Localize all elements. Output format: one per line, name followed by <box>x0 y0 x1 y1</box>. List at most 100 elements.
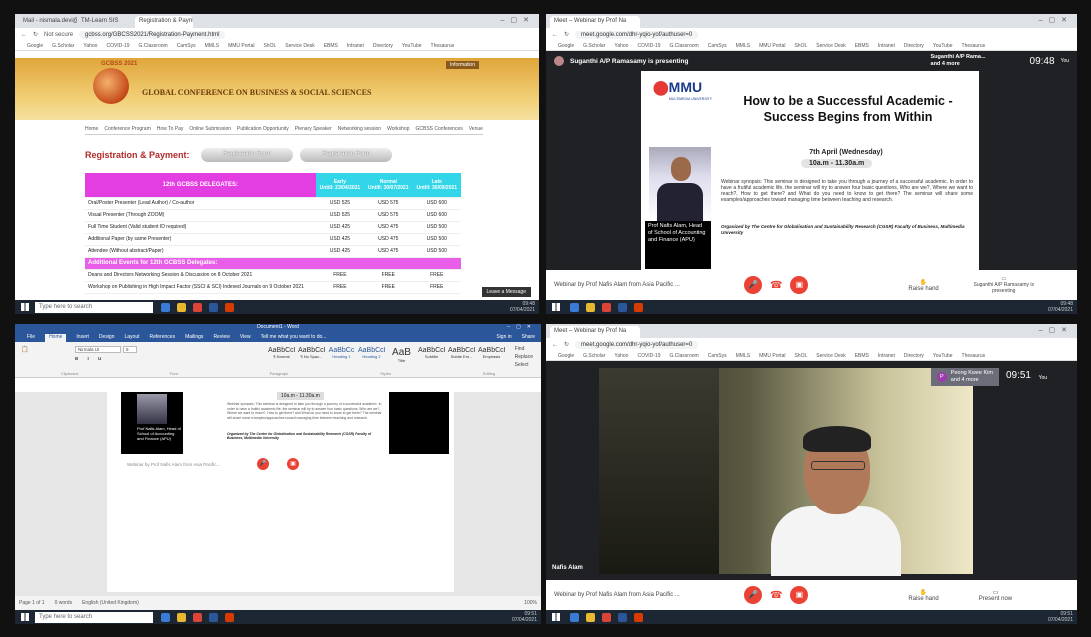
bookmark[interactable]: MMU Portal <box>759 353 785 359</box>
word-icon[interactable] <box>209 612 218 622</box>
bookmark[interactable]: G.Classroom <box>139 43 168 49</box>
word-icon[interactable] <box>209 302 218 312</box>
tab-meet[interactable]: Meet – Webinar by Prof Na <box>550 16 640 28</box>
bookmark[interactable]: CamSys <box>708 353 727 359</box>
style-subtle-emphasis[interactable]: AaBbCcI Subtle Em... <box>448 347 476 363</box>
presenting-button[interactable]: ▭ Suganthi A/P Ramasamy is presenting <box>969 276 1039 294</box>
tab-mailings[interactable]: Mailings <box>185 334 203 342</box>
bookmark[interactable]: Google <box>27 43 43 49</box>
folder-icon[interactable] <box>177 612 186 622</box>
tab-layout[interactable]: Layout <box>125 334 140 342</box>
reload-icon[interactable]: ↻ <box>33 31 38 38</box>
bookmark[interactable]: CamSys <box>708 43 727 49</box>
camera-off-icon[interactable]: ▣ <box>790 276 809 294</box>
bookmark[interactable]: Thesaurus <box>431 43 455 49</box>
folder-icon[interactable] <box>177 302 186 312</box>
leave-message-button[interactable]: Leave a Message <box>481 287 531 297</box>
tab-insert[interactable]: Insert <box>76 334 89 342</box>
bookmark[interactable]: MMU Portal <box>759 43 785 49</box>
style-emphasis[interactable]: AaBbCcI Emphasis <box>478 347 506 363</box>
bookmark[interactable]: COVID-19 <box>637 43 660 49</box>
reload-icon[interactable]: ↻ <box>564 31 569 38</box>
bookmark[interactable]: Service Desk <box>285 43 314 49</box>
select-button[interactable]: Select <box>515 361 533 369</box>
bookmark[interactable]: Google <box>558 43 574 49</box>
find-button[interactable]: Find <box>515 345 533 353</box>
bookmark[interactable]: G.Classroom <box>670 353 699 359</box>
style-normal[interactable]: AaBbCcI ¶ Normal <box>268 347 296 363</box>
tell-me-box[interactable]: Tell me what you want to do... <box>261 334 327 342</box>
bookmark[interactable]: Intranet <box>878 43 895 49</box>
bookmark[interactable]: G.Scholar <box>52 43 74 49</box>
pdf-icon[interactable] <box>225 302 234 312</box>
sign-in-link[interactable]: Sign in <box>496 334 511 342</box>
nav-item[interactable]: GCBSS Conferences <box>416 126 463 132</box>
tab-registration[interactable]: Registration & Payment <box>135 16 193 28</box>
nav-item[interactable]: Plenary Speaker <box>295 126 332 132</box>
tab-design[interactable]: Design <box>99 334 115 342</box>
document-page[interactable]: Prof Nafis Alam, Head of School of Accou… <box>107 392 454 592</box>
edge-icon[interactable] <box>570 612 579 622</box>
tab-sis[interactable]: TM-Learn SIS <box>77 16 135 28</box>
meeting-title[interactable]: Webinar by Prof Nafis Alam from Asia Pac… <box>554 592 680 598</box>
bookmark[interactable]: Intranet <box>878 353 895 359</box>
tab-home[interactable]: Home <box>45 334 67 342</box>
chrome-icon[interactable] <box>602 612 611 622</box>
chrome-icon[interactable] <box>193 612 202 622</box>
bookmark[interactable]: EBMS <box>324 43 338 49</box>
bookmark[interactable]: YouTube <box>933 353 953 359</box>
url-field[interactable]: meet.google.com/dhr-yqio-yof/authuser=0 <box>575 340 699 349</box>
window-controls[interactable]: –▢✕ <box>1039 16 1073 24</box>
font-size-select[interactable]: 9 <box>123 346 137 353</box>
chrome-icon[interactable] <box>602 302 611 312</box>
nav-item[interactable]: Networking session <box>338 126 381 132</box>
taskbar-search[interactable]: Type here to search <box>35 611 153 623</box>
information-menu[interactable]: Information <box>445 61 479 69</box>
tab-view[interactable]: View <box>240 334 251 342</box>
bookmark[interactable]: COVID-19 <box>637 353 660 359</box>
bookmark[interactable]: Directory <box>904 353 924 359</box>
bookmark[interactable]: ShOL <box>794 43 807 49</box>
bookmark[interactable]: Directory <box>904 43 924 49</box>
chrome-icon[interactable] <box>193 302 202 312</box>
bookmark[interactable]: EBMS <box>855 353 869 359</box>
windows-start-icon[interactable] <box>21 613 29 621</box>
bookmark[interactable]: COVID-19 <box>106 43 129 49</box>
camera-off-icon[interactable]: ▣ <box>790 586 809 604</box>
tab-meet[interactable]: Meet – Webinar by Prof Na <box>550 326 640 338</box>
windows-start-icon[interactable] <box>21 303 29 311</box>
bookmark[interactable]: G.Scholar <box>583 353 605 359</box>
style-subtitle[interactable]: AaBbCcI Subtitle <box>418 347 446 363</box>
bookmark[interactable]: Yahoo <box>614 353 628 359</box>
style-heading2[interactable]: AaBbCcI Heading 2 <box>358 347 386 363</box>
pdf-icon[interactable] <box>634 612 643 622</box>
registration-form-button-pdf[interactable]: Registration Form <box>300 148 392 162</box>
nav-item[interactable]: How To Pay <box>157 126 184 132</box>
nav-item[interactable]: Conference Program <box>104 126 150 132</box>
raise-hand-button[interactable]: ✋ Raise hand <box>908 589 938 602</box>
paste-button[interactable]: 📋 <box>21 346 28 353</box>
bookmark[interactable]: Intranet <box>347 43 364 49</box>
window-controls[interactable]: –▢✕ <box>1039 326 1073 334</box>
bookmark[interactable]: Yahoo <box>83 43 97 49</box>
bookmark[interactable]: G.Classroom <box>670 43 699 49</box>
participant-tile[interactable]: P Peong Kwee Kim and 4 more <box>930 368 999 386</box>
hangup-icon[interactable]: ☎ <box>770 590 782 601</box>
window-controls[interactable]: –▢✕ <box>507 324 537 330</box>
bookmark[interactable]: Service Desk <box>816 353 845 359</box>
mic-off-icon[interactable]: 🎤 <box>743 276 762 294</box>
bookmark[interactable]: MMLS <box>736 43 750 49</box>
bookmark[interactable]: ShOL <box>263 43 276 49</box>
nav-item[interactable]: Home <box>85 126 98 132</box>
style-no-spacing[interactable]: AaBbCcI ¶ No Spac... <box>298 347 326 363</box>
nav-item[interactable]: Venue <box>469 126 483 132</box>
mic-off-icon[interactable]: 🎤 <box>743 586 762 604</box>
zoom-level[interactable]: 100% <box>524 600 537 606</box>
tab-file[interactable]: File <box>27 334 35 342</box>
bookmark[interactable]: MMLS <box>205 43 219 49</box>
nav-item[interactable]: Workshop <box>387 126 409 132</box>
back-icon[interactable]: ← <box>552 342 558 348</box>
style-title[interactable]: AaB Title <box>388 347 415 363</box>
raise-hand-button[interactable]: ✋ Raise hand <box>908 279 938 292</box>
style-heading1[interactable]: AaBbCc Heading 1 <box>328 347 355 363</box>
